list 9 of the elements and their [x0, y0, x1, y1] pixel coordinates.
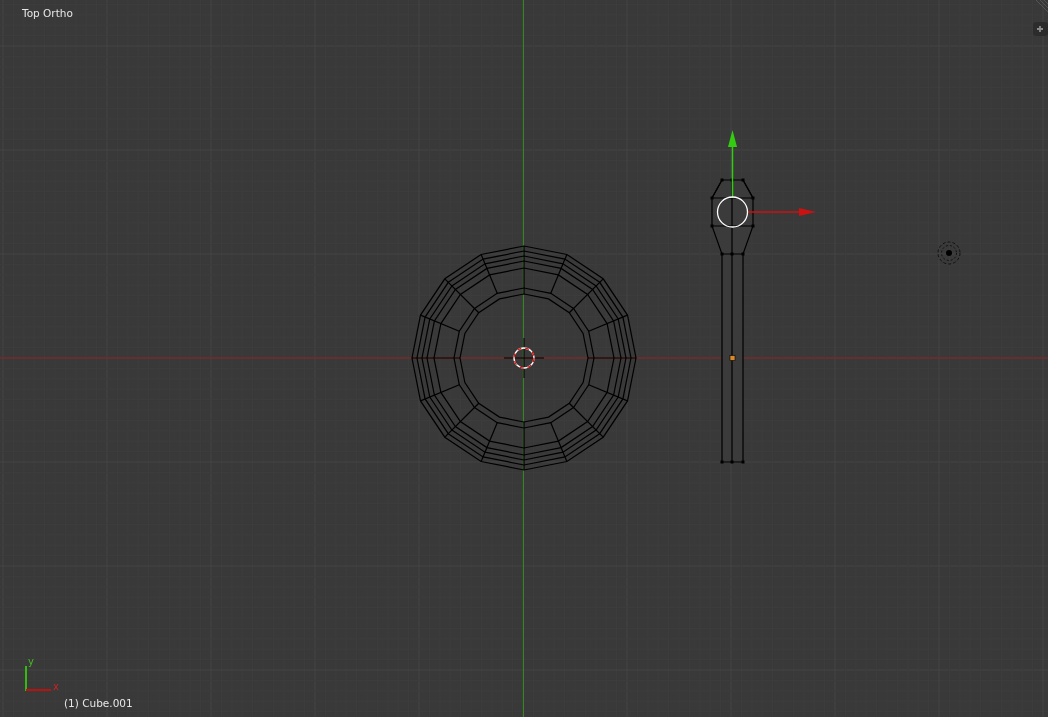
axis-label: y: [28, 656, 34, 667]
add-icon[interactable]: [1033, 22, 1048, 36]
object-info-label: (1) Cube.001: [64, 697, 133, 709]
axis-label: x: [53, 681, 59, 692]
axis-gizmo-drawing: [25, 665, 52, 692]
lamp-icon: [937, 241, 961, 265]
corner-grip-icon[interactable]: [1035, 0, 1048, 13]
view-name-label: Top Ortho: [22, 7, 73, 19]
cursor-icon: [503, 337, 545, 379]
